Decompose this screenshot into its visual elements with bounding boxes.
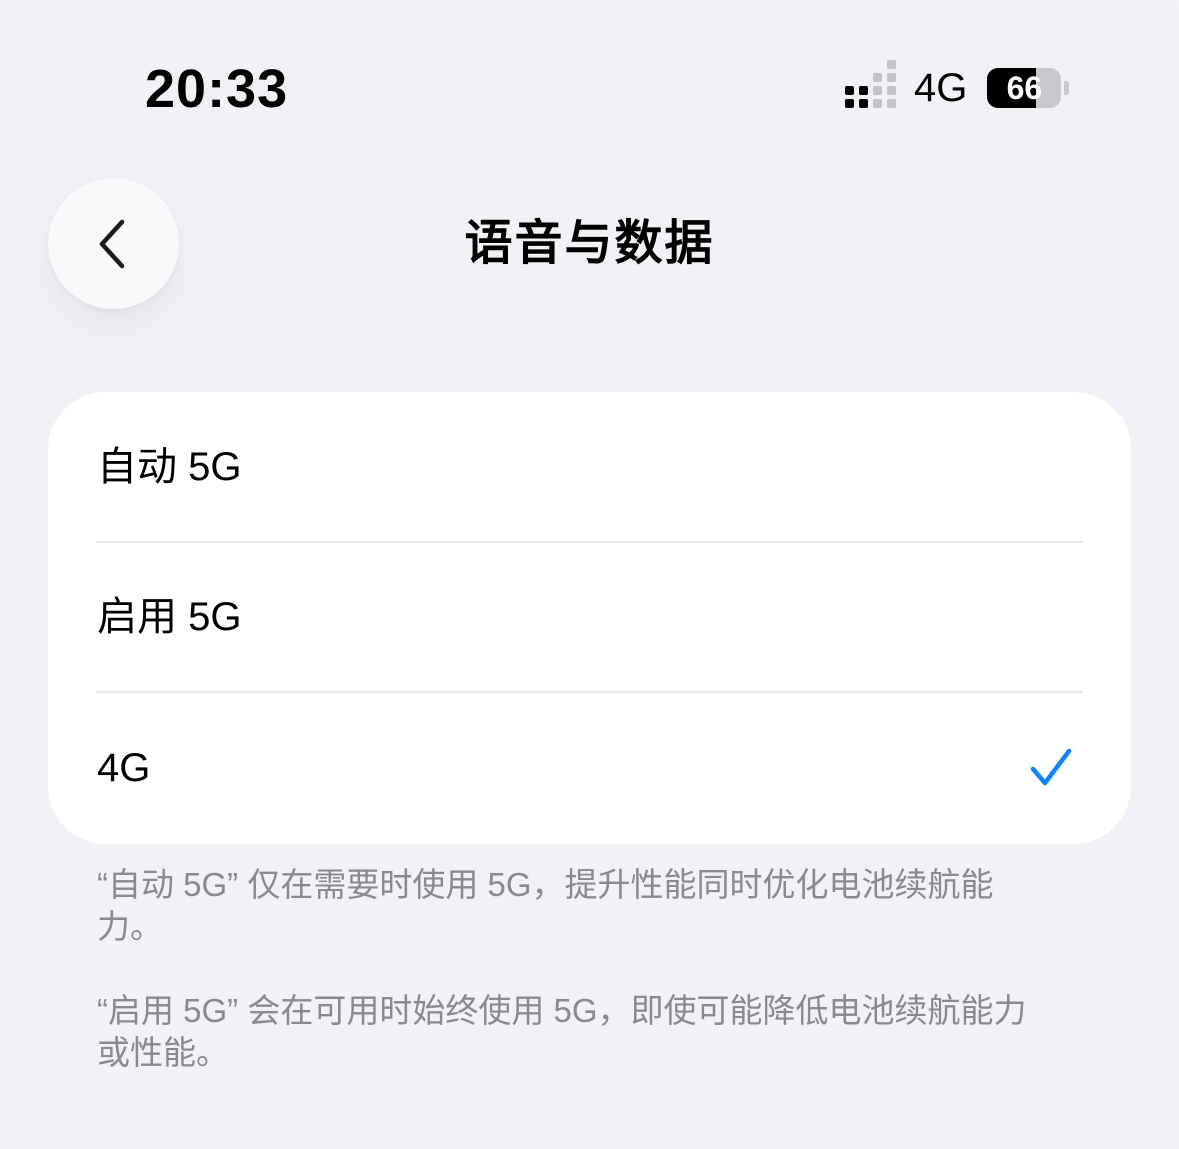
battery-tip xyxy=(1064,81,1070,95)
status-time: 20:33 xyxy=(145,59,289,119)
battery-icon: 66 xyxy=(987,68,1062,108)
page-title: 语音与数据 xyxy=(464,217,715,270)
battery-percent: 66 xyxy=(1006,70,1043,106)
network-mode-list: 自动 5G 启用 5G 4G xyxy=(48,392,1131,844)
auto-5g-description: “自动 5G” 仅在需要时使用 5G，提升性能同时优化电池续航能力。 xyxy=(97,866,994,945)
enable-5g-description: “启用 5G” 会在可用时始终使用 5G，即使可能降低电池续航能力或性能。 xyxy=(97,992,1027,1071)
status-bar-right: 4G 66 xyxy=(845,60,1070,110)
network-type: 4G xyxy=(914,66,968,110)
cellular-signal-icon xyxy=(845,60,896,108)
checkmark-icon xyxy=(1030,748,1072,786)
option-enable-5g[interactable]: 启用 5G xyxy=(48,542,1131,692)
option-label: 自动 5G xyxy=(97,445,242,489)
option-label: 启用 5G xyxy=(97,595,242,639)
option-auto-5g[interactable]: 自动 5G xyxy=(48,392,1131,542)
option-4g[interactable]: 4G xyxy=(48,693,1131,843)
option-label: 4G xyxy=(97,746,151,790)
voice-data-settings-screen: 20:33 4G 66 语音与数据 自动 5G 启用 5G 4G “自动 5G”… xyxy=(0,0,1179,1149)
